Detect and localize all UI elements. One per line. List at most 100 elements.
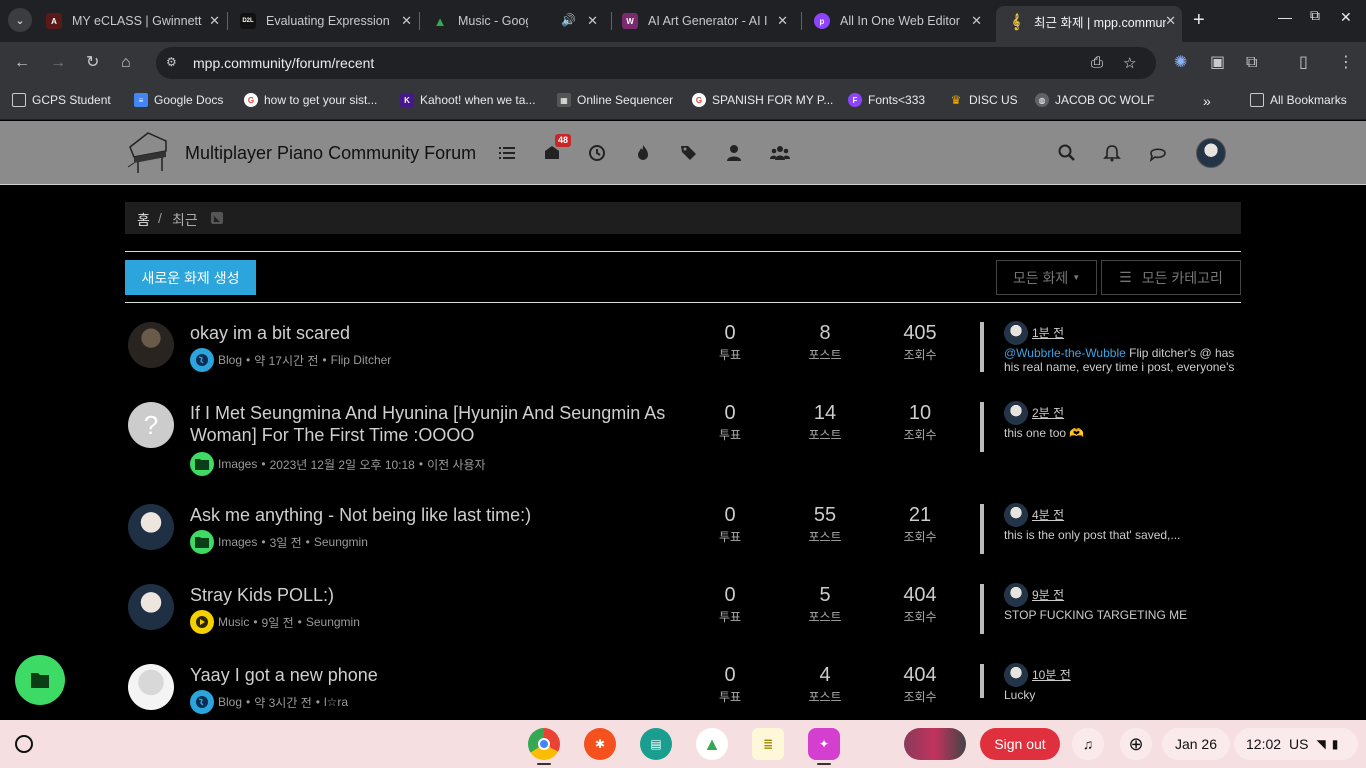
- topic-category[interactable]: Images: [218, 535, 257, 549]
- reload-icon[interactable]: ↻: [86, 53, 99, 73]
- holding-space-thumbnails[interactable]: [904, 728, 966, 760]
- folder-icon[interactable]: [190, 530, 214, 554]
- breadcrumb-home[interactable]: 홈: [137, 210, 150, 230]
- topic-time[interactable]: 3일 전: [270, 534, 302, 551]
- teaser-avatar[interactable]: [1004, 663, 1028, 687]
- filter-all-topics-dropdown[interactable]: 모든 화제 ▼: [996, 260, 1097, 295]
- address-bar[interactable]: ⚙ mpp.community/forum/recent ⎙ ☆: [156, 47, 1156, 79]
- rss-feed-icon[interactable]: ◣: [211, 212, 223, 224]
- more-bookmarks-icon[interactable]: »: [1203, 93, 1211, 109]
- forum-title[interactable]: Multiplayer Piano Community Forum: [185, 143, 476, 164]
- bookmark-star-icon[interactable]: ☆: [1123, 54, 1136, 72]
- close-tab-icon[interactable]: ✕: [587, 13, 598, 29]
- teaser-text[interactable]: this one too 🫶: [1004, 426, 1236, 440]
- new-tab-icon[interactable]: +: [1193, 10, 1205, 30]
- media-controls-icon[interactable]: ♫: [1072, 728, 1104, 760]
- topic-title[interactable]: Ask me anything - Not being like last ti…: [190, 504, 690, 526]
- topic-title[interactable]: If I Met Seungmina And Hyunina [Hyunjin …: [190, 402, 690, 446]
- teaser-time-link[interactable]: 9분 전: [1032, 588, 1064, 602]
- topic-time[interactable]: 9일 전: [262, 614, 294, 631]
- close-tab-icon[interactable]: ✕: [971, 13, 982, 29]
- topic-title[interactable]: okay im a bit scared: [190, 322, 690, 344]
- bookmark-online-sequencer[interactable]: ▦ Online Sequencer: [557, 93, 673, 107]
- topic-time[interactable]: 약 17시간 전: [254, 352, 318, 369]
- topic-author[interactable]: Flip Ditcher: [331, 353, 392, 367]
- topic-time[interactable]: 약 3시간 전: [254, 694, 312, 711]
- close-tab-icon[interactable]: ✕: [1165, 13, 1176, 29]
- back-icon[interactable]: ←: [14, 53, 30, 73]
- folder-icon[interactable]: [190, 452, 214, 476]
- teaser-time-link[interactable]: 4분 전: [1032, 508, 1064, 522]
- tab-evaluating[interactable]: D2L Evaluating Expression ✕: [240, 7, 416, 35]
- categories-list-icon[interactable]: [497, 143, 517, 163]
- browser-menu-icon[interactable]: ⋮: [1338, 53, 1354, 73]
- bookmark-gcps[interactable]: GCPS Student: [12, 93, 111, 107]
- topic-category[interactable]: Images: [218, 457, 257, 471]
- paint-app-icon[interactable]: ✱: [584, 728, 616, 760]
- bookmark-jacob[interactable]: ◍ JACOB OC WOLF: [1035, 93, 1154, 107]
- launcher-icon[interactable]: [15, 735, 33, 753]
- site-info-icon[interactable]: ⚙: [166, 55, 182, 71]
- groups-icon[interactable]: [770, 143, 790, 163]
- install-app-icon[interactable]: ⎙: [1091, 54, 1103, 71]
- topic-author-avatar[interactable]: [128, 664, 174, 710]
- add-note-icon[interactable]: ⊕: [1120, 728, 1152, 760]
- topic-author[interactable]: Seungmin: [314, 535, 368, 549]
- extensions-puzzle-icon[interactable]: ⧉: [1246, 53, 1257, 73]
- close-tab-icon[interactable]: ✕: [209, 13, 220, 29]
- sign-out-button[interactable]: Sign out: [980, 728, 1060, 760]
- topic-category[interactable]: Blog: [218, 353, 242, 367]
- categories-fab-button[interactable]: [15, 655, 65, 705]
- topic-author-avatar[interactable]: ?: [128, 402, 174, 448]
- search-icon[interactable]: [1057, 143, 1077, 163]
- bookmark-google-docs[interactable]: ≡ Google Docs: [134, 93, 223, 107]
- teaser-text[interactable]: this is the only post that' saved,...: [1004, 528, 1236, 542]
- extension-flower-icon[interactable]: ✺: [1174, 53, 1187, 73]
- extension-cast-icon[interactable]: ▣: [1210, 53, 1225, 73]
- topic-author-avatar[interactable]: [128, 504, 174, 550]
- bookmark-kahoot[interactable]: K Kahoot! when we ta...: [400, 93, 535, 107]
- all-bookmarks[interactable]: All Bookmarks: [1250, 93, 1347, 107]
- piano-logo-icon[interactable]: [126, 127, 170, 175]
- teaser-avatar[interactable]: [1004, 583, 1028, 607]
- recent-clock-icon[interactable]: [587, 143, 607, 163]
- status-tray[interactable]: 12:02 US ◥ ▮: [1234, 728, 1358, 760]
- teaser-avatar[interactable]: [1004, 321, 1028, 345]
- drive-app-icon[interactable]: ▲: [696, 728, 728, 760]
- globe-icon[interactable]: [190, 690, 214, 714]
- close-tab-icon[interactable]: ✕: [401, 13, 412, 29]
- teaser-avatar[interactable]: [1004, 401, 1028, 425]
- topic-author[interactable]: Seungmin: [306, 615, 360, 629]
- home-icon[interactable]: ⌂: [121, 53, 131, 73]
- tab-mpp-recent[interactable]: 𝄞 최근 화제 | mpp.community ✕: [996, 6, 1182, 42]
- speaker-icon[interactable]: 🔊: [561, 13, 576, 27]
- teaser-text[interactable]: Lucky: [1004, 688, 1236, 702]
- teaser-text[interactable]: STOP FUCKING TARGETING ME: [1004, 608, 1236, 622]
- play-icon[interactable]: [190, 610, 214, 634]
- topic-author-avatar[interactable]: [128, 584, 174, 630]
- tab-eclass[interactable]: A MY eCLASS | Gwinnett ✕: [46, 7, 224, 35]
- forward-icon[interactable]: →: [50, 53, 66, 73]
- chrome-app-icon[interactable]: [528, 728, 560, 760]
- topic-time[interactable]: 2023년 12월 2일 오후 10:18: [270, 456, 415, 473]
- chats-icon[interactable]: [1148, 143, 1168, 163]
- teaser-avatar[interactable]: [1004, 503, 1028, 527]
- date-display[interactable]: Jan 26: [1162, 728, 1230, 760]
- tab-search-icon[interactable]: ⌄: [8, 8, 32, 32]
- tab-web-editor[interactable]: p All In One Web Editor | ✕: [814, 7, 986, 35]
- popular-fire-icon[interactable]: [633, 143, 653, 163]
- bookmark-fonts[interactable]: F Fonts<333: [848, 93, 925, 107]
- topic-title[interactable]: Yaay I got a new phone: [190, 664, 690, 686]
- notes-app-icon[interactable]: ≣: [752, 728, 784, 760]
- globe-icon[interactable]: [190, 348, 214, 372]
- teaser-time-link[interactable]: 1분 전: [1032, 326, 1064, 340]
- teaser-time-link[interactable]: 10분 전: [1032, 668, 1071, 682]
- topic-category[interactable]: Music: [218, 615, 249, 629]
- users-icon[interactable]: [724, 143, 744, 163]
- user-avatar[interactable]: [1196, 138, 1226, 168]
- topic-category[interactable]: Blog: [218, 695, 242, 709]
- tab-music-drive[interactable]: ▲ Music - Google Drive 🔊 ✕: [432, 7, 602, 35]
- tab-ai-art[interactable]: W AI Art Generator - AI Im ✕: [622, 7, 792, 35]
- bookmark-disc-us[interactable]: ♛ DISC US: [949, 93, 1018, 107]
- teaser-mention[interactable]: @Wubbrle-the-Wubble: [1004, 346, 1126, 360]
